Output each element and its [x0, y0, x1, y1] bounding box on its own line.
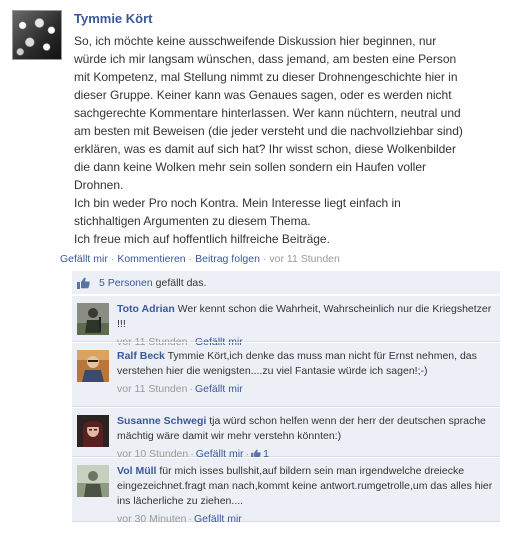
commenter-avatar[interactable]: [77, 415, 109, 447]
post-body: Tymmie Kört So, ich möchte keine ausschw…: [74, 10, 502, 248]
comment-meta: vor 30 Minuten · Gefällt mir: [117, 512, 494, 527]
commenter-avatar[interactable]: [77, 350, 109, 382]
comment-timestamp[interactable]: vor 30 Minuten: [117, 513, 186, 525]
comment-author[interactable]: Susanne Schwegi: [117, 415, 206, 427]
comment-author[interactable]: Toto Adrian: [117, 303, 175, 315]
follow-post-link[interactable]: Beitrag folgen: [195, 253, 260, 265]
separator-dot: ·: [188, 513, 192, 525]
comment-meta: vor 11 Stunden · Gefällt mir: [117, 382, 494, 397]
likes-text: 5 Personen gefällt das.: [99, 277, 206, 289]
comment-body: Susanne Schwegi tja würd schon helfen we…: [117, 414, 494, 462]
separator-dot: ·: [262, 253, 267, 265]
thumbs-up-icon: [77, 277, 90, 289]
post-actions: Gefällt mir · Kommentieren · Beitrag folgen ·…: [60, 253, 340, 265]
post-author-name[interactable]: Tymmie Kört: [74, 10, 502, 27]
post-text: So, ich möchte keine ausschweifende Disk…: [74, 34, 463, 246]
comment: Toto Adrian Wer kennt schon die Wahrheit…: [72, 295, 500, 348]
comment-text: für mich isses bullshit,auf bildern sein…: [117, 465, 493, 507]
comment-author[interactable]: Vol Müll: [117, 465, 156, 477]
comment-timestamp[interactable]: vor 11 Stunden: [117, 383, 187, 395]
commenter-avatar[interactable]: [77, 465, 109, 497]
feedback-panel: 5 Personen gefällt das. Toto Adrian Wer …: [72, 271, 500, 525]
comment-body: Ralf Beck Tymmie Kört,ich denke das muss…: [117, 349, 494, 397]
likes-summary: 5 Personen gefällt das.: [72, 271, 500, 295]
comment: Vol Müll für mich isses bullshit,auf bil…: [72, 457, 500, 525]
likes-count-link[interactable]: 5 Personen: [99, 277, 153, 289]
separator-dot: ·: [188, 253, 193, 265]
separator-dot: ·: [110, 253, 115, 265]
commenter-avatar[interactable]: [77, 303, 109, 335]
separator-dot: ·: [189, 383, 193, 395]
comment-author[interactable]: Ralf Beck: [117, 350, 165, 362]
comment-body: Vol Müll für mich isses bullshit,auf bil…: [117, 464, 494, 527]
comment-text: Tymmie Kört,ich denke das muss man nicht…: [117, 350, 477, 377]
comment: Ralf Beck Tymmie Kört,ich denke das muss…: [72, 342, 500, 407]
post-author-avatar[interactable]: [12, 10, 62, 60]
post-timestamp[interactable]: vor 11 Stunden: [269, 253, 339, 265]
comment: Susanne Schwegi tja würd schon helfen we…: [72, 407, 500, 460]
comment-like-link[interactable]: Gefällt mir: [195, 383, 243, 395]
comment-like-link[interactable]: Gefällt mir: [194, 513, 242, 525]
comment-post-link[interactable]: Kommentieren: [117, 253, 185, 265]
like-post-link[interactable]: Gefällt mir: [60, 253, 108, 265]
likes-suffix: gefällt das.: [155, 277, 207, 289]
